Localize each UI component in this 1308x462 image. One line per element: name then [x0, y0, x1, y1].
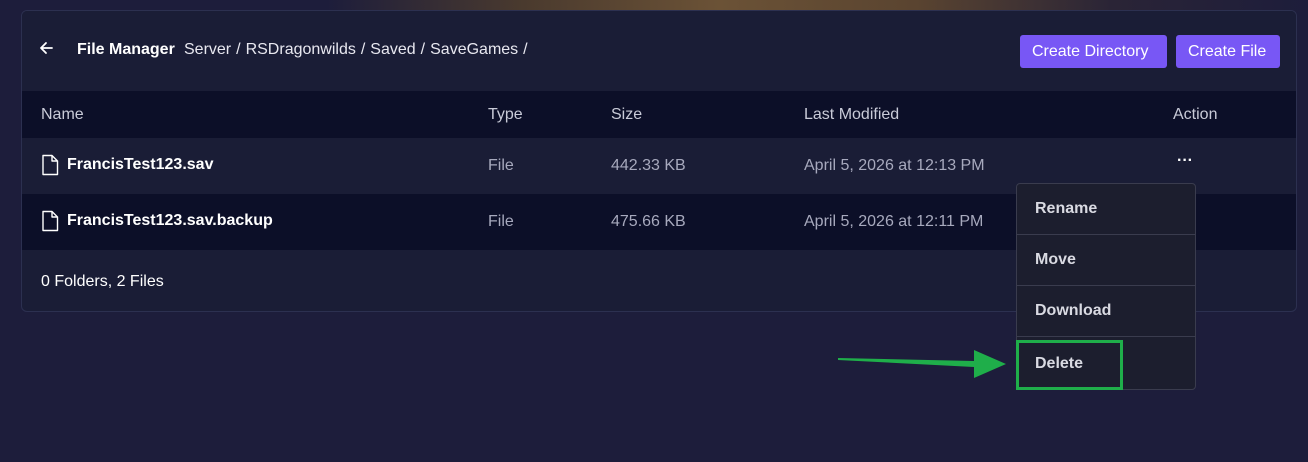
column-header-type[interactable]: Type: [488, 106, 523, 124]
breadcrumb-item-savegames[interactable]: SaveGames: [430, 41, 518, 59]
file-name: FrancisTest123.sav: [67, 156, 214, 173]
breadcrumb-separator: /: [236, 41, 241, 58]
file-manager-header: File Manager Server / RSDragonwilds / Sa…: [22, 11, 1296, 91]
page-title: File Manager: [77, 41, 175, 58]
file-name: FrancisTest123.sav.backup: [67, 212, 273, 229]
file-last-modified: April 5, 2026 at 12:11 PM: [804, 213, 984, 230]
create-directory-button[interactable]: Create Directory: [1020, 35, 1167, 68]
more-actions-button[interactable]: ···: [1173, 152, 1197, 172]
menu-item-rename[interactable]: Rename: [1017, 184, 1195, 235]
file-size: 442.33 KB: [611, 157, 686, 174]
menu-item-download[interactable]: Download: [1017, 286, 1195, 337]
file-name-cell[interactable]: FrancisTest123.sav: [41, 154, 213, 176]
file-icon: [42, 210, 59, 232]
back-button[interactable]: [36, 38, 56, 58]
table-header: Name Type Size Last Modified Action: [22, 91, 1296, 138]
delete-highlight-box: [1016, 340, 1123, 390]
file-type: File: [488, 213, 514, 230]
arrow-left-icon: [40, 42, 53, 54]
breadcrumb-separator: /: [523, 41, 528, 58]
breadcrumb-separator: /: [420, 41, 426, 58]
create-file-button[interactable]: Create File: [1176, 35, 1280, 68]
file-last-modified: April 5, 2026 at 12:13 PM: [804, 157, 985, 174]
column-header-size[interactable]: Size: [611, 106, 642, 124]
breadcrumb-item-server[interactable]: Server: [184, 41, 231, 59]
breadcrumb: Server / RSDragonwilds / Saved / SaveGam…: [184, 41, 533, 59]
file-type: File: [488, 157, 514, 174]
column-header-last-modified[interactable]: Last Modified: [804, 106, 899, 124]
folder-file-summary: 0 Folders, 2 Files: [41, 273, 164, 290]
column-header-action: Action: [1173, 106, 1218, 123]
breadcrumb-item-rsdragonwilds[interactable]: RSDragonwilds: [246, 41, 356, 59]
file-icon: [42, 154, 59, 176]
pointer-arrow-icon: [838, 350, 1006, 378]
menu-item-move[interactable]: Move: [1017, 235, 1195, 286]
breadcrumb-separator: /: [360, 41, 366, 58]
file-size: 475.66 KB: [611, 213, 686, 230]
column-header-name[interactable]: Name: [41, 106, 84, 124]
breadcrumb-item-saved[interactable]: Saved: [370, 41, 415, 59]
file-name-cell[interactable]: FrancisTest123.sav.backup: [41, 210, 273, 232]
